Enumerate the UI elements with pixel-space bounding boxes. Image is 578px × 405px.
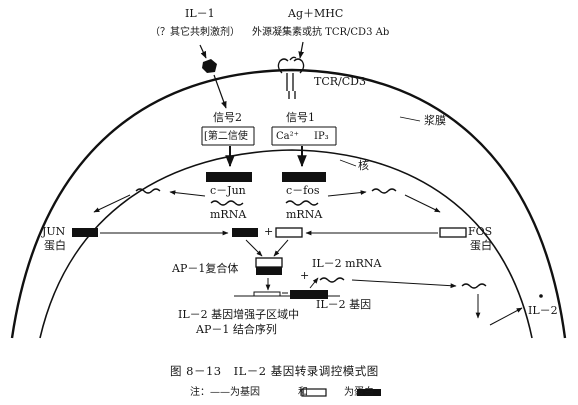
calcium-label: Ca²⁺	[276, 131, 299, 142]
cfos-gene-label: c－fos	[286, 184, 320, 197]
fos-in-nucleus-block	[275, 227, 303, 238]
il2-secreted-label: IL－2	[528, 304, 558, 317]
ag-mhc-sub-label: 外源凝集素或抗 TCR/CD3 Ab	[252, 27, 390, 38]
plus-sign-2: +	[300, 269, 310, 282]
cjun-mrna-label: mRNA	[210, 208, 247, 221]
cjun-gene-block	[206, 172, 252, 182]
il2-secretion-arrow	[489, 307, 523, 326]
nucleus-label: 核	[358, 159, 369, 172]
right-mrna-wave	[371, 188, 397, 194]
il1-label: IL－1	[185, 7, 215, 20]
note-and: 和	[298, 387, 308, 398]
il2-dot	[539, 294, 543, 298]
left-mrna-arrow-in	[169, 190, 206, 197]
ap1-complex-bottom	[256, 267, 282, 275]
membrane-pointer	[399, 116, 421, 122]
enhancer-label-line2: AP－1 结合序列	[196, 323, 277, 336]
ag-arrow	[298, 41, 305, 59]
plus-sign-1: +	[264, 225, 274, 238]
fos-protein-sub-label: 蛋白	[470, 239, 492, 252]
second-messenger-label: [第二信使	[204, 131, 248, 142]
ag-mhc-label: Ag＋MHC	[288, 7, 344, 20]
jun-protein-label: JUN	[42, 225, 66, 238]
jun-in-nucleus-block	[232, 228, 258, 237]
plasma-membrane-label: 浆膜	[424, 114, 446, 127]
signal2-label: 信号2	[213, 111, 242, 124]
gene-to-mrna-arrow	[309, 277, 319, 289]
nucleus-pointer	[339, 159, 357, 167]
il1-arrow	[199, 44, 207, 59]
to-ap1-arrow-left	[245, 239, 263, 257]
diagram-canvas	[10, 41, 567, 397]
right-mrna-arrow-in	[327, 190, 367, 197]
jun-protein-block	[72, 228, 98, 237]
enhancer-label-line1: IL－2 基因增强子区域中	[178, 308, 300, 321]
il1-ligand-icon	[202, 59, 217, 73]
tcr-receptor-icon	[277, 56, 305, 99]
il2-gene-label: IL－2 基因	[316, 298, 372, 311]
signal2-arrow	[213, 74, 227, 109]
il2-mrna-export-arrow	[351, 279, 457, 289]
cjun-mrna-wave	[210, 200, 244, 206]
cfos-gene-block	[282, 172, 326, 182]
il1-costim-label: （？其它共刺激剂）	[150, 27, 240, 38]
il2-mrna-label: IL－2 mRNA	[312, 257, 382, 270]
fos-protein-block	[439, 227, 467, 238]
right-mrna-arrow-out	[404, 194, 441, 213]
figure-note: 注：——为基因 和 为蛋白	[190, 387, 374, 399]
left-mrna-arrow-out	[93, 194, 131, 213]
jun-protein-sub-label: 蛋白	[44, 239, 66, 252]
note-suffix: 为蛋白	[344, 387, 374, 398]
il2-mrna-cytoplasm-wave	[461, 283, 487, 289]
ap1-complex-label: AP－1复合体	[172, 262, 239, 275]
signal1-label: 信号1	[286, 111, 315, 124]
cfos-mrna-label: mRNA	[286, 208, 323, 221]
tcr-cd3-label: TCR/CD3	[314, 75, 366, 88]
ap1-complex-top	[255, 257, 283, 268]
note-prefix: 注：——为基因	[190, 387, 260, 398]
cjun-gene-label: c－Jun	[210, 184, 246, 197]
figure-caption: 图 8－13 IL－2 基因转录调控模式图	[170, 364, 379, 378]
fos-protein-label: FOS	[468, 225, 493, 238]
il2-mrna-wave	[319, 277, 345, 283]
ip3-label: IP₃	[314, 131, 329, 142]
cfos-mrna-wave	[285, 200, 319, 206]
to-ap1-arrow-right	[273, 239, 289, 257]
enhancer-site	[253, 291, 281, 296]
